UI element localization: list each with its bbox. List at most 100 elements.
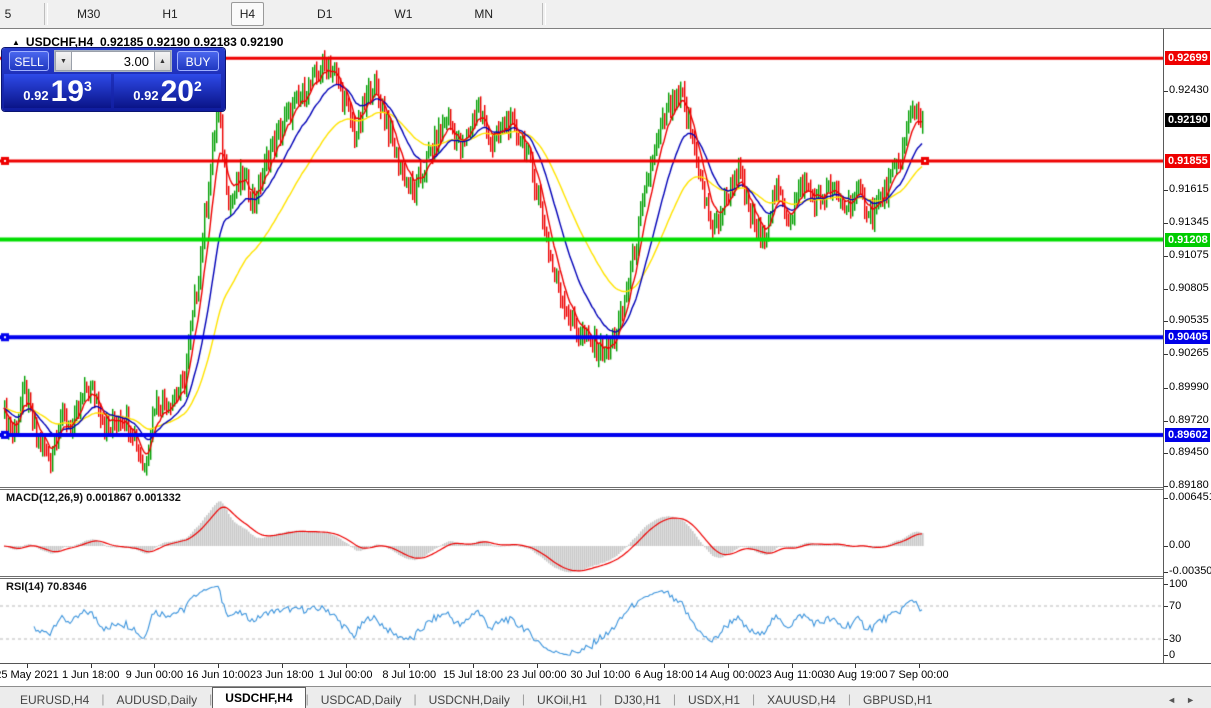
- time-axis-label: 30 Jul 10:00: [570, 669, 630, 681]
- price-badge: 0.92699: [1165, 51, 1210, 65]
- time-axis-tick: [664, 664, 665, 668]
- price-axis-label: 0.90805: [1169, 282, 1211, 294]
- timeframe-button-w1[interactable]: W1: [385, 2, 421, 26]
- axis-tick: [1164, 606, 1168, 607]
- time-axis-label: 15 Jul 18:00: [443, 669, 503, 681]
- time-axis-tick: [218, 664, 219, 668]
- price-axis-label: 0.91345: [1169, 216, 1211, 228]
- chart-tab-bar: EURUSD,H4|AUDUSD,Daily|USDCHF,H4|USDCAD,…: [0, 686, 1211, 708]
- axis-tick: [1164, 289, 1168, 290]
- price-badge: 0.90405: [1165, 330, 1210, 344]
- chart-tab-ukoil[interactable]: UKOil,H1: [525, 690, 599, 708]
- axis-tick: [1164, 453, 1168, 454]
- buy-button[interactable]: BUY: [177, 51, 219, 71]
- rsi-chart-canvas[interactable]: [0, 579, 1163, 663]
- rsi-axis-label: 30: [1169, 633, 1211, 645]
- chart-tab-xauusd[interactable]: XAUUSD,H4: [755, 690, 848, 708]
- price-badge: 0.91208: [1165, 233, 1210, 247]
- chart-tab-usdcnh[interactable]: USDCNH,Daily: [417, 690, 522, 708]
- sell-price-big: 19: [51, 78, 84, 106]
- price-axis-label: 0.89180: [1169, 479, 1211, 491]
- time-axis-tick: [154, 664, 155, 668]
- volume-input[interactable]: 3.00: [72, 51, 154, 71]
- chart-tab-gbpusd[interactable]: GBPUSD,H1: [851, 690, 944, 708]
- axis-tick: [1164, 91, 1168, 92]
- time-axis-tick: [473, 664, 474, 668]
- buy-price-prefix: 0.92: [133, 88, 158, 103]
- chart-tab-usdx[interactable]: USDX,H1: [676, 690, 752, 708]
- sell-button[interactable]: SELL: [9, 51, 49, 71]
- macd-indicator-label: MACD(12,26,9) 0.001867 0.001332: [6, 492, 181, 504]
- time-axis-label: 16 Jun 10:00: [186, 669, 250, 681]
- sell-price-prefix: 0.92: [23, 88, 48, 103]
- time-axis-tick: [346, 664, 347, 668]
- axis-tick: [1164, 498, 1168, 499]
- timeframe-buttons: M30 H1 H4 D1 W1 MN: [68, 2, 502, 26]
- time-axis-label: 30 Aug 19:00: [823, 669, 888, 681]
- sell-price-button[interactable]: 0.92193: [4, 74, 111, 108]
- symbol-period-label: USDCHF,H4: [26, 35, 93, 49]
- rsi-axis-label: 70: [1169, 600, 1211, 612]
- macd-axis-label: 0.00: [1169, 539, 1211, 551]
- price-axis[interactable]: 0.924300.916150.913450.910750.908050.905…: [1163, 29, 1211, 663]
- buy-price-big: 20: [161, 78, 194, 106]
- time-axis-label: 1 Jun 18:00: [62, 669, 120, 681]
- time-axis-label: 7 Sep 00:00: [889, 669, 948, 681]
- trading-platform-window: 5 M30 H1 H4 D1 W1 MN ▲ USDCHF,H4 0.92185 0.921…: [0, 0, 1211, 708]
- axis-tick: [1164, 655, 1168, 656]
- time-axis-tick: [91, 664, 92, 668]
- volume-increase-button[interactable]: ▲: [154, 51, 171, 71]
- time-axis-tick: [600, 664, 601, 668]
- timeframe-toolbar: 5 M30 H1 H4 D1 W1 MN: [0, 0, 1211, 29]
- chart-tab-audusd[interactable]: AUDUSD,Daily: [104, 690, 209, 708]
- time-axis-tick: [282, 664, 283, 668]
- chart-tab-dj30[interactable]: DJ30,H1: [602, 690, 673, 708]
- volume-decrease-button[interactable]: ▼: [55, 51, 72, 71]
- collapse-arrow-icon[interactable]: ▲: [12, 38, 20, 47]
- price-badge: 0.92190: [1165, 113, 1210, 127]
- chart-tab-eurusd[interactable]: EURUSD,H4: [8, 690, 101, 708]
- ohlc-values: 0.92185 0.92190 0.92183 0.92190: [100, 35, 284, 49]
- price-badge: 0.91855: [1165, 154, 1210, 168]
- chart-tabs: EURUSD,H4|AUDUSD,Daily|USDCHF,H4|USDCAD,…: [8, 687, 944, 708]
- timeframe-button-h4[interactable]: H4: [231, 2, 264, 26]
- time-axis-label: 8 Jul 10:00: [382, 669, 436, 681]
- axis-tick: [1164, 223, 1168, 224]
- price-axis-label: 0.91075: [1169, 249, 1211, 261]
- macd-axis-label: 0.006451: [1169, 491, 1211, 503]
- rsi-splitter[interactable]: [0, 576, 1211, 579]
- sell-price-pip: 3: [84, 78, 92, 94]
- time-axis-tick: [855, 664, 856, 668]
- buy-price-pip: 2: [194, 78, 202, 94]
- price-badge: 0.89602: [1165, 428, 1210, 442]
- price-axis-label: 0.91615: [1169, 183, 1211, 195]
- trade-controls-row: SELL ▼ 3.00 ▲ BUY: [2, 48, 225, 73]
- buy-price-button[interactable]: 0.92202: [114, 74, 221, 108]
- time-axis-tick: [27, 664, 28, 668]
- axis-tick: [1164, 388, 1168, 389]
- macd-splitter[interactable]: [0, 487, 1211, 490]
- price-axis-label: 0.90535: [1169, 314, 1211, 326]
- time-axis-label: 1 Jul 00:00: [319, 669, 373, 681]
- timeframe-button-d1[interactable]: D1: [308, 2, 341, 26]
- tab-scroll-right-icon[interactable]: ►: [1186, 695, 1205, 705]
- chart-tab-usdchf[interactable]: USDCHF,H4: [212, 687, 305, 708]
- axis-tick: [1164, 584, 1168, 585]
- axis-tick: [1164, 256, 1168, 257]
- macd-axis-label: -0.003507: [1169, 565, 1211, 577]
- timeframe-button-m30[interactable]: M30: [68, 2, 109, 26]
- timeframe-button-partial[interactable]: 5: [0, 2, 16, 26]
- time-axis-label: 23 Aug 11:00: [760, 669, 824, 681]
- axis-tick: [1164, 321, 1168, 322]
- price-axis-label: 0.89990: [1169, 381, 1211, 393]
- rsi-axis-label: 100: [1169, 578, 1211, 590]
- time-axis-label: 6 Aug 18:00: [635, 669, 694, 681]
- axis-tick: [1164, 572, 1168, 573]
- timeframe-button-mn[interactable]: MN: [465, 2, 502, 26]
- timeframe-button-h1[interactable]: H1: [153, 2, 186, 26]
- tab-scroll-left-icon[interactable]: ◄: [1167, 695, 1186, 705]
- chart-tab-usdcad[interactable]: USDCAD,Daily: [309, 690, 414, 708]
- time-axis[interactable]: 25 May 20211 Jun 18:009 Jun 00:0016 Jun …: [0, 663, 1211, 687]
- tab-scroll-buttons: ◄►: [1167, 695, 1205, 705]
- time-axis-tick: [919, 664, 920, 668]
